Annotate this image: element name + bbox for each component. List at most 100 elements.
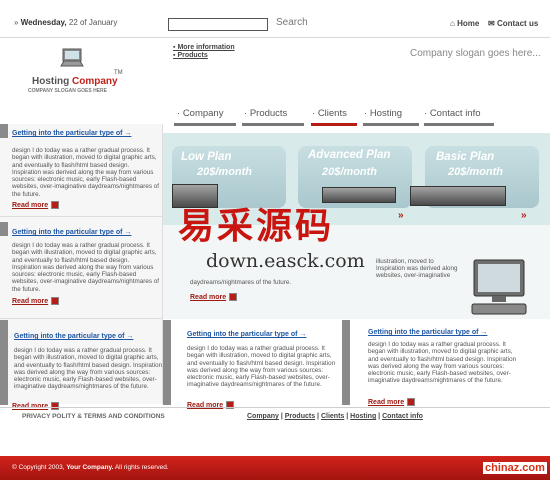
arrow-icon: → — [124, 229, 132, 236]
mail-icon: ✉ — [488, 19, 495, 28]
read-more-label: Read more — [12, 202, 49, 209]
heading-text: Getting into the particular type of — [14, 333, 125, 340]
nav-underline — [424, 123, 494, 126]
copyright-pre: Copyright 2003, — [18, 464, 67, 471]
date-value: 22 of January — [66, 18, 118, 27]
arrow-icon[interactable]: » — [398, 210, 404, 221]
footer-link-contact[interactable]: Contact info — [382, 413, 423, 420]
more-info-label: More information — [177, 44, 235, 51]
home-icon: ⌂ — [450, 19, 455, 28]
footer-link-products[interactable]: Products — [285, 413, 315, 420]
column-bar — [342, 320, 350, 405]
column-bar — [163, 320, 171, 405]
column-bar — [0, 320, 8, 405]
nav-label: Company — [182, 108, 224, 119]
monitor-icon — [471, 259, 527, 315]
arrow-icon: → — [480, 329, 488, 336]
read-more-link[interactable]: Read more — [368, 397, 416, 406]
privacy-link[interactable]: PRIVACY POLITY & TERMS AND CONDITIONS — [22, 413, 165, 420]
section-marker — [0, 124, 8, 138]
arrow-icon: » — [14, 18, 19, 27]
date-day: Wednesday, — [20, 18, 67, 27]
heading-text: Getting into the particular type of — [12, 130, 123, 137]
nav-underline — [242, 123, 304, 126]
server-image — [410, 186, 506, 206]
watermark-en: down.easck.com — [206, 250, 365, 272]
middle-text: websites, over-imaginative — [376, 272, 451, 279]
footer-link-hosting[interactable]: Hosting — [350, 413, 376, 420]
heading-text: Getting into the particular type of — [187, 331, 298, 338]
copyright-icon: © — [12, 464, 17, 471]
divider — [0, 216, 162, 217]
more-info-link[interactable]: ▪ More information — [173, 44, 235, 51]
plan-title: Basic Plan — [436, 151, 495, 163]
nav-label: Contact info — [429, 108, 481, 119]
plan-price: 20$/month — [448, 166, 504, 178]
article-heading[interactable]: Getting into the particular type of → — [187, 331, 306, 338]
article-body: design I do today was a rather gradual p… — [368, 341, 517, 385]
contact-link[interactable]: ✉ Contact us — [488, 19, 538, 28]
logo-slogan: COMPANY SLOGAN GOES HERE — [28, 88, 107, 94]
footer-divider — [0, 407, 550, 408]
article-body: design I do today was a rather gradual p… — [14, 347, 163, 391]
plan-title: Low Plan — [181, 151, 232, 163]
article-heading[interactable]: Getting into the particular type of → — [14, 333, 133, 340]
date-display: » Wednesday, 22 of January — [14, 18, 117, 27]
laptop-icon — [60, 48, 84, 67]
read-more-link[interactable]: Read more — [12, 296, 60, 305]
article-body: design I do today was a rather gradual p… — [187, 345, 336, 389]
nav-underline — [363, 123, 419, 126]
read-more-icon — [51, 296, 60, 305]
watermark-cn: 易采源码 — [178, 205, 335, 247]
copyright-post: All rights reserved. — [113, 464, 169, 471]
home-label: Home — [457, 19, 480, 28]
home-link[interactable]: ⌂ Home — [450, 19, 479, 28]
read-more-link[interactable]: Read more — [190, 292, 238, 301]
footer-link-clients[interactable]: Clients — [321, 413, 344, 420]
nav-clients[interactable]: · Clients — [312, 108, 347, 119]
logo-name-1: Hosting — [32, 76, 72, 87]
copyright-company: Your Company. — [66, 464, 114, 471]
footer-link-company[interactable]: Company — [247, 413, 279, 420]
read-more-label: Read more — [12, 298, 49, 305]
article-heading[interactable]: Getting into the particular type of → — [12, 130, 131, 137]
article-heading[interactable]: Getting into the particular type of → — [12, 229, 131, 236]
nav-label: Hosting — [369, 108, 403, 119]
chinaz-watermark: chinaz.com — [483, 462, 547, 474]
logo-text[interactable]: Hosting Company — [32, 76, 118, 87]
nav-underline-active — [311, 123, 357, 126]
plan-title: Advanced Plan — [308, 149, 391, 161]
article-heading[interactable]: Getting into the particular type of → — [368, 329, 487, 336]
nav-products[interactable]: · Products — [244, 108, 287, 119]
section-marker — [0, 222, 8, 236]
read-more-icon — [51, 200, 60, 209]
middle-text: daydreams/nightmares of the future. — [190, 279, 292, 286]
read-more-link[interactable]: Read more — [12, 200, 60, 209]
nav-label: Clients — [317, 108, 347, 119]
products-label: Products — [177, 52, 208, 59]
heading-text: Getting into the particular type of — [12, 229, 123, 236]
plan-price: 20$/month — [197, 166, 253, 178]
nav-hosting[interactable]: · Hosting — [364, 108, 402, 119]
nav-contact-info[interactable]: · Contact info — [424, 108, 481, 119]
arrow-icon: → — [126, 333, 134, 340]
contact-label: Contact us — [496, 19, 539, 28]
arrow-icon[interactable]: » — [521, 210, 527, 221]
arrow-icon: → — [124, 130, 132, 137]
nav-label: Products — [249, 108, 288, 119]
products-link[interactable]: ▪ Products — [173, 52, 208, 59]
read-more-link[interactable]: Read more — [12, 401, 60, 410]
header-slogan: Company slogan goes here... — [410, 48, 541, 59]
search-button[interactable]: Search — [276, 17, 308, 28]
read-more-label: Read more — [190, 294, 227, 301]
search-input[interactable] — [168, 18, 268, 31]
logo-tm: TM — [114, 70, 123, 76]
read-more-icon — [229, 292, 238, 301]
article-body: design I do today was a rather gradual p… — [12, 147, 159, 198]
read-more-icon — [407, 397, 416, 406]
divider — [0, 318, 162, 319]
logo-name-2: Company — [72, 76, 118, 87]
nav-underline — [174, 123, 236, 126]
arrow-icon: → — [299, 331, 307, 338]
nav-company[interactable]: · Company — [177, 108, 223, 119]
